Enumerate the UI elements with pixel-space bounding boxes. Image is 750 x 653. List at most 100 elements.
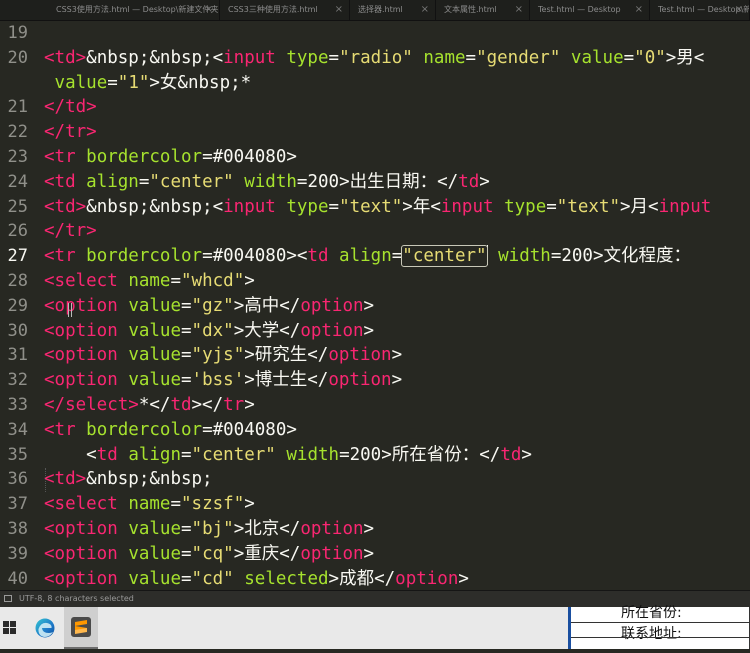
code-token: td xyxy=(307,246,329,267)
editor-tab[interactable]: CSS3三种使用方法.html × xyxy=(220,0,350,20)
code-token: option xyxy=(328,370,392,391)
code-line[interactable]: </tr> xyxy=(44,120,97,145)
code-line[interactable]: <td>&nbsp;&nbsp;<input type="radio" name… xyxy=(44,46,704,71)
code-token: <tr xyxy=(44,419,76,440)
line-number: 34 xyxy=(7,419,28,440)
code-token: >男< xyxy=(665,47,705,68)
code-token: td xyxy=(500,444,522,465)
code-line[interactable]: <td align="center" width=200>所在省份：</td> xyxy=(44,443,532,468)
line-number: 28 xyxy=(7,271,28,291)
code-token: "cd" xyxy=(191,568,234,589)
close-icon[interactable]: × xyxy=(735,0,743,20)
code-token: input xyxy=(658,196,712,217)
code-line[interactable]: </td> xyxy=(44,95,97,120)
code-token: "text" xyxy=(556,196,621,217)
code-token: > xyxy=(521,444,532,465)
code-token: = xyxy=(181,543,192,564)
editor-tab[interactable]: Test.html — Desktop × xyxy=(530,0,650,20)
close-icon[interactable]: × xyxy=(335,0,343,20)
line-number: 32 xyxy=(7,370,28,391)
code-line[interactable]: <td align="center" width=200>出生日期：</td> xyxy=(44,170,490,195)
code-token: >成都</ xyxy=(328,568,396,589)
code-line[interactable]: <td>&nbsp;&nbsp; xyxy=(44,467,213,492)
code-line[interactable]: <option value="cq">重庆</option> xyxy=(44,542,374,567)
code-line[interactable]: </tr> xyxy=(44,219,97,244)
sublime-text-icon[interactable] xyxy=(64,607,98,649)
code-token: option xyxy=(300,543,364,564)
code-area[interactable]: <td>&nbsp;&nbsp;<input type="radio" name… xyxy=(44,21,750,590)
editor-tab[interactable]: CSS3使用方法.html — Desktop\新建文件夹 × xyxy=(48,0,220,20)
text-cursor-icon xyxy=(68,303,72,317)
code-line[interactable]: <option value="dx">大学</option> xyxy=(44,319,374,344)
code-line[interactable]: <option value='bss'>博士生</option> xyxy=(44,368,402,393)
code-line[interactable]: <select name="whcd"> xyxy=(44,269,255,294)
code-line[interactable]: <option value="yjs">研究生</option> xyxy=(44,343,402,368)
tab-bar: CSS3使用方法.html — Desktop\新建文件夹 × CSS3三种使用方法… xyxy=(0,0,750,21)
code-editor[interactable]: 19 20 21 22 23 24 25 26 27 28 29 30 31 32 33 34 35 36 37 38… xyxy=(0,21,750,590)
code-token: 'bss' xyxy=(191,370,245,391)
code-token: = xyxy=(181,345,192,366)
panel-toggle-icon[interactable] xyxy=(4,595,12,602)
status-text: UTF-8, 8 characters selected xyxy=(19,594,134,603)
code-line[interactable]: <select name="szsf"> xyxy=(44,492,255,517)
code-token: value xyxy=(128,345,181,366)
code-line[interactable]: </select>*</td></tr> xyxy=(44,393,255,418)
code-token: "cq" xyxy=(191,543,234,564)
line-number: 40 xyxy=(7,568,28,589)
close-icon[interactable]: × xyxy=(421,0,429,20)
code-token: <td> xyxy=(44,47,87,68)
code-token: > xyxy=(363,320,375,341)
code-token: bordercolor xyxy=(86,246,203,267)
editor-tab[interactable]: Test.html — Desktop\新建文件× xyxy=(650,0,750,20)
code-token: name xyxy=(423,47,466,68)
code-token: value xyxy=(128,295,181,316)
code-token: value xyxy=(128,519,181,539)
tab-label: CSS3三种使用方法.html xyxy=(228,5,318,14)
line-number: 21 xyxy=(7,97,28,118)
code-token: option xyxy=(328,345,392,366)
code-token: </select> xyxy=(44,395,139,415)
code-line[interactable]: <option value="cd" selected>成都</option> xyxy=(44,567,469,590)
code-token: td xyxy=(458,171,480,192)
code-token: td xyxy=(96,444,118,465)
close-icon[interactable]: × xyxy=(205,0,213,20)
editor-tab[interactable]: 文本属性.html × xyxy=(436,0,530,20)
close-icon[interactable]: × xyxy=(515,0,523,20)
editor-tab[interactable]: 选择器.html × xyxy=(350,0,436,20)
code-line[interactable]: <option value="gz">高中</option> xyxy=(44,294,374,319)
close-icon[interactable]: × xyxy=(635,0,643,20)
code-token: width xyxy=(498,246,551,267)
code-token: = xyxy=(170,271,182,291)
edge-browser-icon[interactable] xyxy=(29,607,63,649)
code-line[interactable]: <tr bordercolor=#004080> xyxy=(44,418,297,443)
code-token: value xyxy=(128,543,181,564)
code-token: selected xyxy=(244,568,329,589)
code-token: "whcd" xyxy=(181,271,245,291)
code-token: <select xyxy=(44,494,118,515)
code-token: = xyxy=(181,519,192,539)
code-token: = xyxy=(170,494,182,515)
code-token: <td> xyxy=(44,469,87,490)
code-token: > xyxy=(363,543,375,564)
code-token: type xyxy=(286,47,329,68)
code-token: "szsf" xyxy=(181,494,245,515)
browser-preview-window[interactable]: 所在省份: 联系地址: xyxy=(568,605,750,649)
code-line[interactable]: <tr bordercolor=#004080><td align="cente… xyxy=(44,244,691,269)
code-token: option xyxy=(300,519,364,539)
code-line[interactable]: <tr bordercolor=#004080> xyxy=(44,145,297,170)
code-token: bordercolor xyxy=(86,419,203,440)
indent-guide xyxy=(45,468,46,492)
code-token: "center" xyxy=(149,171,234,192)
code-token: >大学</ xyxy=(233,320,301,341)
code-line[interactable]: <option value="bj">北京</option> xyxy=(44,517,374,542)
code-line[interactable]: <td>&nbsp;&nbsp;<input type="text">年<inp… xyxy=(44,195,711,220)
code-line[interactable]: value="1">女&nbsp;* xyxy=(44,71,252,96)
code-token: =200>所在省份：</ xyxy=(339,444,501,465)
code-token: >高中</ xyxy=(233,295,301,316)
code-token: = xyxy=(328,47,340,68)
